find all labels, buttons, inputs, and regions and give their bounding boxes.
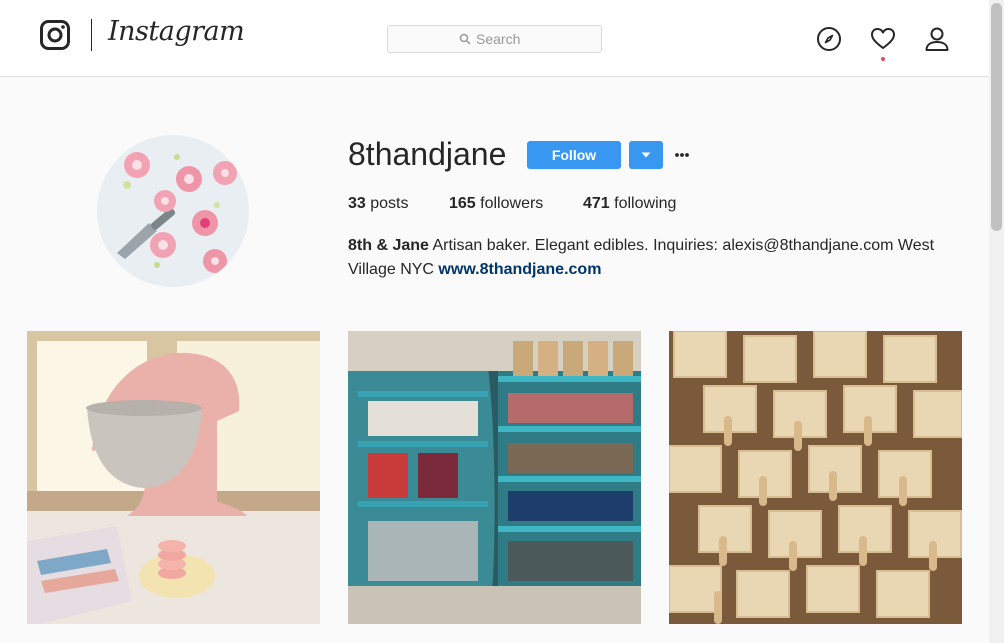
- caret-down-icon: [641, 152, 651, 158]
- search-input[interactable]: Search: [387, 25, 602, 53]
- heart-icon[interactable]: [870, 26, 896, 52]
- top-navigation-bar: Instagram Search: [0, 0, 989, 77]
- post-thumbnail[interactable]: [669, 331, 962, 624]
- follow-button[interactable]: Follow: [527, 141, 621, 169]
- followers-stat[interactable]: 165 followers: [449, 195, 543, 213]
- instagram-wordmark[interactable]: Instagram: [108, 16, 245, 47]
- search-icon: [459, 33, 471, 45]
- following-stat[interactable]: 471 following: [583, 195, 676, 213]
- compass-icon[interactable]: [816, 26, 842, 52]
- profile-username: 8thandjane: [348, 136, 507, 172]
- instagram-glyph-icon[interactable]: [40, 20, 70, 50]
- logo-divider: [91, 19, 92, 51]
- person-icon[interactable]: [924, 26, 950, 52]
- profile-bio: 8th & Jane Artisan baker. Elegant edible…: [348, 234, 948, 282]
- posts-stat: 33 posts: [348, 195, 409, 213]
- scrollbar-thumb[interactable]: [991, 3, 1002, 231]
- vertical-scrollbar[interactable]: [989, 0, 1004, 643]
- post-thumbnail[interactable]: [348, 331, 641, 624]
- post-thumbnail[interactable]: [27, 331, 320, 624]
- notification-dot: [881, 57, 885, 61]
- posts-label: posts: [370, 195, 409, 212]
- search-placeholder: Search: [476, 31, 521, 47]
- more-options-icon[interactable]: [670, 143, 694, 167]
- followers-count: 165: [449, 195, 476, 212]
- followers-label: followers: [480, 195, 544, 212]
- bio-website-link[interactable]: www.8thandjane.com: [438, 261, 601, 278]
- bio-text: Artisan baker. Elegant edibles. Inquirie…: [348, 237, 935, 278]
- following-label: following: [614, 195, 677, 212]
- posts-count: 33: [348, 195, 366, 212]
- suggestions-dropdown-button[interactable]: [629, 141, 663, 169]
- bio-name: 8th & Jane: [348, 237, 429, 254]
- following-count: 471: [583, 195, 610, 212]
- profile-avatar[interactable]: [97, 135, 249, 287]
